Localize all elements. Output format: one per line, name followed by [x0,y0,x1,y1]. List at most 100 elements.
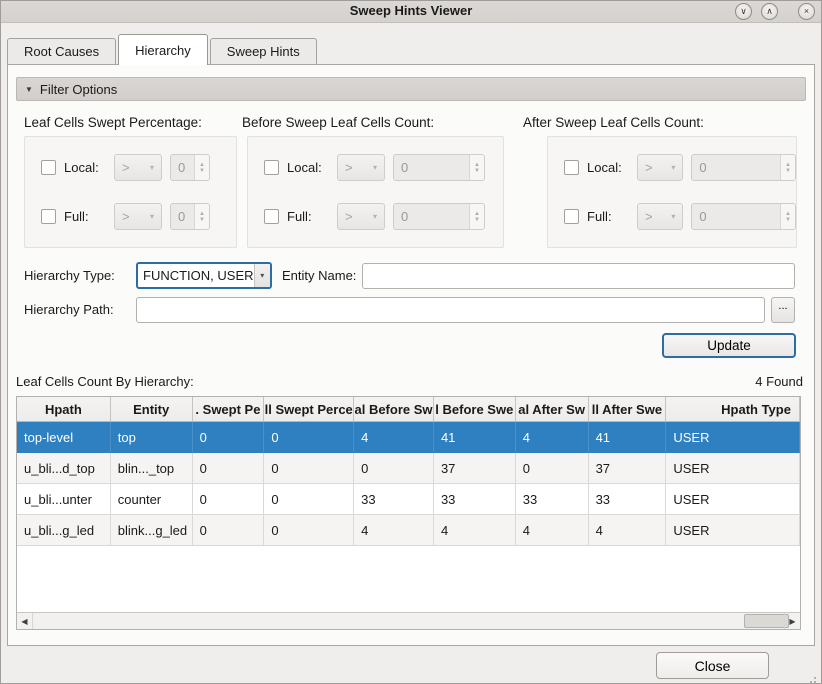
column-header[interactable]: . Swept Pe [193,397,265,422]
full-checkbox[interactable] [264,209,279,224]
table-cell[interactable]: 4 [354,422,434,453]
table-cell[interactable]: USER [666,422,800,453]
value-spinbox[interactable]: 0 ▲ ▼ [170,203,210,230]
spin-down-icon[interactable]: ▼ [474,217,480,223]
hierarchy-type-select[interactable]: FUNCTION, USER ▾ [136,262,272,289]
local-checkbox[interactable] [264,160,279,175]
table-cell[interactable]: 0 [354,453,434,484]
table-cell[interactable]: 0 [264,484,354,515]
table-cell[interactable]: 0 [193,422,265,453]
table-cell[interactable]: USER [666,515,800,546]
table-cell[interactable]: 37 [589,453,667,484]
value-spinbox[interactable]: 0 ▲ ▼ [170,154,210,181]
value-spinbox[interactable]: 0 ▲ ▼ [691,203,796,230]
table-cell[interactable]: u_bli...g_led [17,515,111,546]
update-button[interactable]: Update [662,333,796,358]
spin-down-icon[interactable]: ▼ [199,168,205,174]
table-cell[interactable]: 41 [589,422,667,453]
browse-button[interactable]: ... [771,297,795,323]
table-cell[interactable]: 37 [434,453,516,484]
operator-select[interactable]: > ▾ [337,154,385,181]
resize-grip[interactable] [814,677,816,679]
table-cell[interactable]: blin..._top [111,453,193,484]
table-cell[interactable]: 0 [264,453,354,484]
chevron-down-icon[interactable]: ▾ [254,264,271,287]
value-spinbox[interactable]: 0 ▲ ▼ [393,154,485,181]
hierarchy-path-input[interactable] [136,297,765,323]
table-cell[interactable]: u_bli...unter [17,484,111,515]
column-header[interactable]: Hpath [17,397,111,422]
filter-options-collapser[interactable]: ▼ Filter Options [16,77,806,101]
column-header[interactable]: Entity [111,397,193,422]
table-cell[interactable]: 4 [589,515,667,546]
shade-window-icon[interactable]: ∨ [735,3,752,20]
table-row[interactable]: u_bli...untercounter0033333333USER [17,484,800,515]
table-cell[interactable]: 4 [354,515,434,546]
operator-select[interactable]: > ▾ [114,154,162,181]
operator-select[interactable]: > ▾ [637,203,683,230]
table-cell[interactable]: 0 [193,484,265,515]
horizontal-scrollbar[interactable]: ◀ ▶ [17,612,800,629]
table-cell[interactable]: 4 [516,422,589,453]
spin-down-icon[interactable]: ▼ [474,168,480,174]
column-header[interactable]: l Before Swe [434,397,516,422]
full-checkbox[interactable] [564,209,579,224]
scroll-left-icon[interactable]: ◀ [17,613,33,629]
operator-select[interactable]: > ▾ [637,154,683,181]
table-cell[interactable]: 33 [354,484,434,515]
table-cell[interactable]: 0 [264,422,354,453]
spinbox-buttons[interactable]: ▲ ▼ [194,155,209,180]
table-cell[interactable]: 0 [193,515,265,546]
table-cell[interactable]: u_bli...d_top [17,453,111,484]
table-cell[interactable]: counter [111,484,193,515]
table-cell[interactable]: 41 [434,422,516,453]
close-window-icon[interactable]: × [798,3,815,20]
column-header[interactable]: al Before Sw [354,397,434,422]
operator-select[interactable]: > ▾ [114,203,162,230]
table-cell[interactable]: USER [666,484,800,515]
spinbox-value: 0 [394,204,469,229]
table-cell[interactable]: blink...g_led [111,515,193,546]
spinbox-buttons[interactable]: ▲ ▼ [780,155,795,180]
scroll-right-icon[interactable]: ▶ [784,613,800,629]
table-cell[interactable]: 4 [434,515,516,546]
spinbox-buttons[interactable]: ▲ ▼ [469,155,484,180]
value-spinbox[interactable]: 0 ▲ ▼ [393,203,485,230]
close-button[interactable]: Close [656,652,769,679]
titlebar[interactable]: Sweep Hints Viewer ∨ ∧ × [1,1,821,23]
table-cell[interactable]: 0 [193,453,265,484]
spinbox-buttons[interactable]: ▲ ▼ [780,204,795,229]
scrollbar-thumb[interactable] [744,614,789,628]
full-checkbox[interactable] [41,209,56,224]
table-cell[interactable]: 33 [589,484,667,515]
column-header[interactable]: al After Sw [516,397,589,422]
value-spinbox[interactable]: 0 ▲ ▼ [691,154,796,181]
table-row[interactable]: u_bli...g_ledblink...g_led004444USER [17,515,800,546]
column-header[interactable]: ll After Swe [589,397,667,422]
unshade-window-icon[interactable]: ∧ [761,3,778,20]
table-cell[interactable]: 33 [434,484,516,515]
table-row[interactable]: top-leveltop00441441USER [17,422,800,453]
tab-hierarchy[interactable]: Hierarchy [118,34,208,65]
local-checkbox[interactable] [564,160,579,175]
table-cell[interactable]: top [111,422,193,453]
operator-select[interactable]: > ▾ [337,203,385,230]
local-checkbox[interactable] [41,160,56,175]
entity-name-input[interactable] [362,263,795,289]
table-cell[interactable]: 0 [516,453,589,484]
spin-down-icon[interactable]: ▼ [199,217,205,223]
column-header[interactable]: ll Swept Perce [264,397,354,422]
tab-root-causes[interactable]: Root Causes [7,38,116,64]
table-row[interactable]: u_bli...d_topblin..._top00037037USER [17,453,800,484]
table-cell[interactable]: 4 [516,515,589,546]
spin-down-icon[interactable]: ▼ [785,168,791,174]
table-cell[interactable]: top-level [17,422,111,453]
spinbox-buttons[interactable]: ▲ ▼ [194,204,209,229]
table-cell[interactable]: 33 [516,484,589,515]
spinbox-buttons[interactable]: ▲ ▼ [469,204,484,229]
tab-sweep-hints[interactable]: Sweep Hints [210,38,317,64]
table-cell[interactable]: 0 [264,515,354,546]
column-header[interactable]: Hpath Type [666,397,800,422]
table-cell[interactable]: USER [666,453,800,484]
spin-down-icon[interactable]: ▼ [785,217,791,223]
